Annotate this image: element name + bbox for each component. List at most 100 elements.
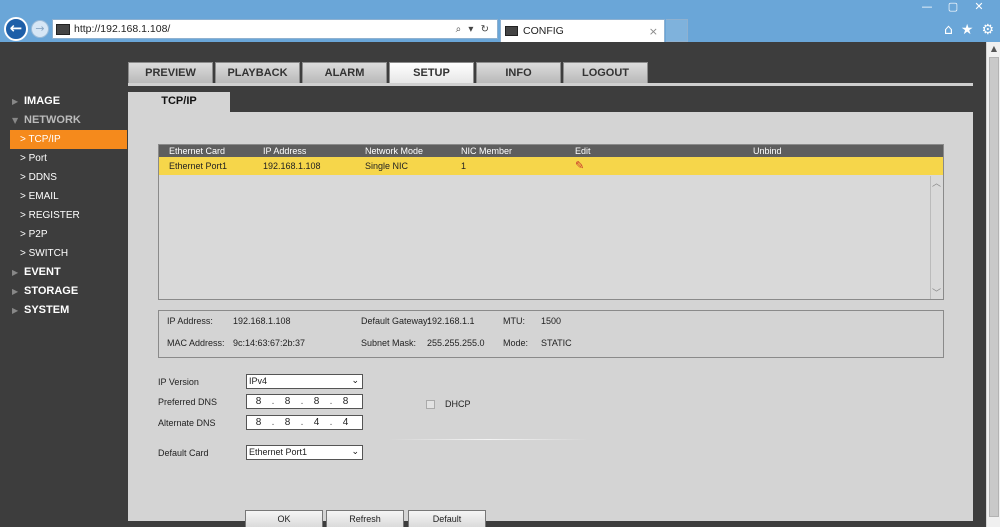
sidebar-item-email[interactable]: > EMAIL xyxy=(0,187,127,206)
browser-tab-config[interactable]: CONFIG × xyxy=(500,19,665,42)
main-nav: PREVIEW PLAYBACK ALARM SETUP INFO LOGOUT xyxy=(128,62,648,83)
alternate-dns-label: Alternate DNS xyxy=(158,418,216,428)
sidebar: ▶ IMAGE ▼ NETWORK > TCP/IP > Port > DDNS >… xyxy=(0,92,127,320)
dhcp-option: DHCP xyxy=(426,399,471,409)
browser-toolbar: — ▢ ✕ ← → http://192.168.1.108/ ⌕ ▾ ↻ CO… xyxy=(0,0,1000,42)
app-area: PREVIEW PLAYBACK ALARM SETUP INFO LOGOUT… xyxy=(0,42,986,527)
cell-edit: ✎ xyxy=(559,157,749,175)
info-ip-value: 192.168.1.108 xyxy=(233,316,291,326)
cell-mode: Single NIC xyxy=(365,161,409,171)
expanded-triangle-icon: ▼ xyxy=(12,116,19,125)
dns-octet[interactable]: 8 xyxy=(276,395,299,408)
dns-octet[interactable]: 8 xyxy=(305,395,328,408)
scroll-up-icon[interactable]: ▲ xyxy=(987,44,1000,53)
col-edit: Edit xyxy=(575,146,591,156)
restore-icon[interactable]: ▢ xyxy=(940,0,966,14)
network-info-box: IP Address: 192.168.1.108 Default Gatewa… xyxy=(158,310,944,358)
preferred-dns-label: Preferred DNS xyxy=(158,397,218,407)
dns-octet[interactable]: 8 xyxy=(334,395,357,408)
minimize-icon[interactable]: — xyxy=(914,0,940,14)
info-mac-label: MAC Address: xyxy=(167,338,225,348)
sidebar-cat-image[interactable]: ▶ IMAGE xyxy=(0,92,127,111)
info-mode-value: STATIC xyxy=(541,338,572,348)
collapsed-triangle-icon: ▶ xyxy=(12,97,19,106)
dhcp-checkbox[interactable] xyxy=(426,399,435,409)
scroll-thumb[interactable] xyxy=(989,57,999,517)
ip-version-label: IP Version xyxy=(158,377,199,387)
col-unbind: Unbind xyxy=(753,146,782,156)
table-header: Ethernet Card IP Address Network Mode NI… xyxy=(159,145,943,157)
star-icon[interactable]: ★ xyxy=(961,22,974,38)
col-ip-address: IP Address xyxy=(263,146,307,156)
tab-preview[interactable]: PREVIEW xyxy=(128,62,213,83)
info-ip-label: IP Address: xyxy=(167,316,213,326)
dns-octet[interactable]: 8 xyxy=(247,395,270,408)
dhcp-label: DHCP xyxy=(445,399,471,409)
sidebar-cat-network[interactable]: ▼ NETWORK xyxy=(0,111,127,130)
info-gateway-label: Default Gateway: xyxy=(361,316,431,326)
cell-unbind xyxy=(749,157,943,175)
info-mtu-value: 1500 xyxy=(541,316,562,326)
info-mask-label: Subnet Mask: xyxy=(361,338,417,348)
collapsed-triangle-icon: ▶ xyxy=(12,306,19,315)
default-card-select[interactable]: Ethernet Port1 ⌄ xyxy=(246,445,363,460)
col-network-mode: Network Mode xyxy=(365,146,424,156)
ethernet-card-table: Ethernet Card IP Address Network Mode NI… xyxy=(158,144,944,300)
info-mtu-label: MTU: xyxy=(503,316,525,326)
gear-icon[interactable]: ⚙ xyxy=(981,22,994,38)
address-url[interactable]: http://192.168.1.108/ xyxy=(74,23,456,35)
dns-octet[interactable]: 8 xyxy=(276,416,299,429)
tab-setup[interactable]: SETUP xyxy=(389,62,474,83)
chevron-down-icon: ⌄ xyxy=(351,447,359,457)
dns-octet[interactable]: 4 xyxy=(305,416,328,429)
collapsed-triangle-icon: ▶ xyxy=(12,268,19,277)
edit-pencil-icon[interactable]: ✎ xyxy=(575,157,749,175)
sidebar-cat-storage[interactable]: ▶ STORAGE xyxy=(0,282,127,301)
sidebar-item-p2p[interactable]: > P2P xyxy=(0,225,127,244)
page-scrollbar[interactable]: ▲ xyxy=(986,42,1000,527)
table-row[interactable]: Ethernet Port1 192.168.1.108 Single NIC … xyxy=(159,157,943,175)
alternate-dns-input[interactable]: 8. 8. 4. 4 xyxy=(246,415,363,430)
default-button[interactable]: Default xyxy=(408,510,486,527)
dns-octet[interactable]: 4 xyxy=(334,416,357,429)
chevron-down-icon: ⌄ xyxy=(351,376,359,386)
sidebar-item-register[interactable]: > REGISTER xyxy=(0,206,127,225)
tab-favicon-icon xyxy=(505,26,518,36)
tab-title: CONFIG xyxy=(523,25,564,37)
search-refresh-icons[interactable]: ⌕ ▾ ↻ xyxy=(456,24,491,35)
ok-button[interactable]: OK xyxy=(245,510,323,527)
sidebar-cat-system[interactable]: ▶ SYSTEM xyxy=(0,301,127,320)
dns-octet[interactable]: 8 xyxy=(247,416,270,429)
new-tab-button[interactable] xyxy=(666,19,688,42)
tab-close-icon[interactable]: × xyxy=(649,25,658,38)
scroll-down-icon[interactable]: ﹀ xyxy=(932,286,941,299)
col-nic-member: NIC Member xyxy=(461,146,513,156)
tab-alarm[interactable]: ALARM xyxy=(302,62,387,83)
refresh-button[interactable]: Refresh xyxy=(326,510,404,527)
close-window-icon[interactable]: ✕ xyxy=(966,0,992,14)
subtab-tcpip[interactable]: TCP/IP xyxy=(128,92,230,112)
info-mac-value: 9c:14:63:67:2b:37 xyxy=(233,338,306,348)
sidebar-cat-event[interactable]: ▶ EVENT xyxy=(0,263,127,282)
preferred-dns-input[interactable]: 8. 8. 8. 8 xyxy=(246,394,363,409)
sidebar-item-port[interactable]: > Port xyxy=(0,149,127,168)
cell-ip: 192.168.1.108 xyxy=(263,161,321,171)
divider xyxy=(388,439,588,440)
sidebar-item-ddns[interactable]: > DDNS xyxy=(0,168,127,187)
ip-version-select[interactable]: IPv4 ⌄ xyxy=(246,374,363,389)
tab-info[interactable]: INFO xyxy=(476,62,561,83)
scroll-up-icon[interactable]: ︿ xyxy=(932,176,941,189)
forward-arrow-icon[interactable]: → xyxy=(31,20,49,38)
table-scrollbar[interactable]: ︿ ﹀ xyxy=(930,176,942,299)
back-arrow-icon[interactable]: ← xyxy=(4,17,28,41)
tab-logout[interactable]: LOGOUT xyxy=(563,62,648,83)
home-icon[interactable]: ⌂ xyxy=(944,22,953,38)
sidebar-item-tcpip[interactable]: > TCP/IP xyxy=(10,130,127,149)
tab-playback[interactable]: PLAYBACK xyxy=(215,62,300,83)
address-bar[interactable]: http://192.168.1.108/ ⌕ ▾ ↻ xyxy=(52,19,498,39)
sidebar-item-switch[interactable]: > SWITCH xyxy=(0,244,127,263)
browser-icons: ⌂ ★ ⚙ xyxy=(944,22,994,38)
collapsed-triangle-icon: ▶ xyxy=(12,287,19,296)
cell-member: 1 xyxy=(461,161,467,171)
default-card-label: Default Card xyxy=(158,448,209,458)
